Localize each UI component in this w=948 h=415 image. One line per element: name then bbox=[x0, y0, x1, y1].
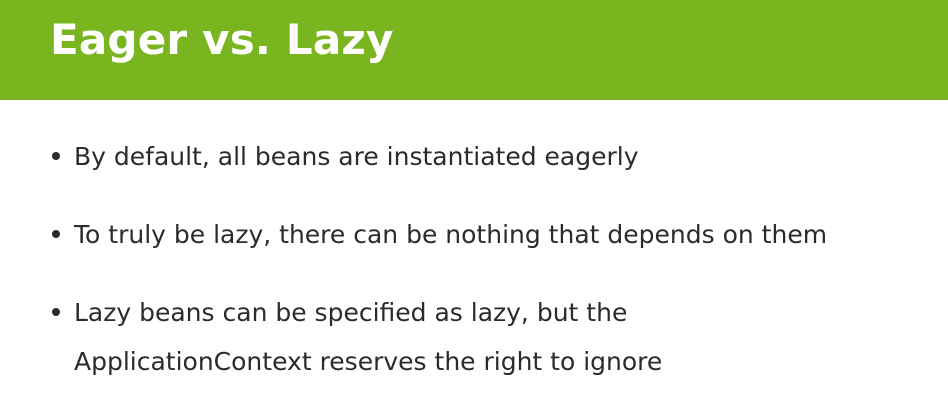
bullet-text: To truly be lazy, there can be nothing t… bbox=[74, 220, 828, 249]
slide-title: Eager vs. Lazy bbox=[50, 15, 394, 64]
slide: Eager vs. Lazy By default, all beans are… bbox=[0, 0, 948, 405]
slide-header: Eager vs. Lazy bbox=[0, 0, 948, 100]
bullet-text: By default, all beans are instantiated e… bbox=[74, 142, 639, 171]
bullet-item: Lazy beans can be specified as lazy, but… bbox=[48, 288, 928, 386]
bullet-list: By default, all beans are instantiated e… bbox=[48, 132, 928, 415]
bullet-item: By default, all beans are instantiated e… bbox=[48, 132, 928, 181]
bullet-text: Lazy beans can be specified as lazy, but… bbox=[74, 298, 663, 376]
bullet-item: To truly be lazy, there can be nothing t… bbox=[48, 210, 928, 259]
